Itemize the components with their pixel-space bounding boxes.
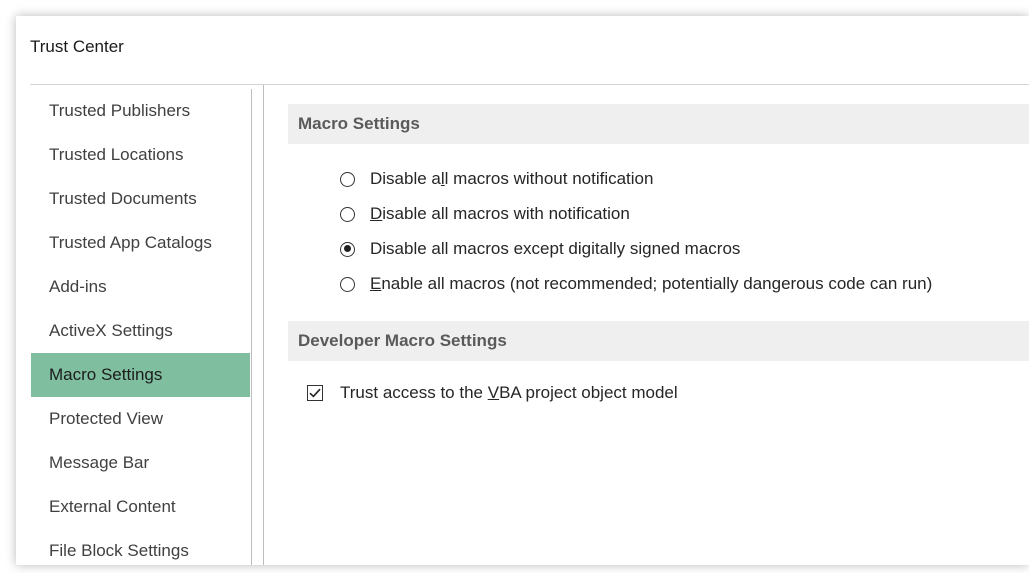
radio-label: Disable all macros with notification (370, 204, 630, 223)
radio-button-icon[interactable] (340, 276, 355, 292)
trust-vba-checkbox-row[interactable]: Trust access to the VBA project object m… (307, 380, 678, 406)
radio-button-icon[interactable] (340, 171, 355, 187)
sidebar-nav: Trusted Publishers Trusted Locations Tru… (30, 89, 252, 565)
radio-button-selected-icon[interactable] (340, 241, 355, 257)
content-pane-border (263, 85, 264, 565)
sidebar-item-external-content[interactable]: External Content (31, 485, 250, 529)
trust-center-dialog: Trust Center Trusted Publishers Trusted … (16, 16, 1029, 565)
title-divider (30, 84, 1029, 85)
checkbox-label: Trust access to the VBA project object m… (340, 383, 678, 402)
sidebar-item-message-bar[interactable]: Message Bar (31, 441, 250, 485)
checkbox-checked-icon[interactable] (307, 385, 323, 401)
radio-enable-all-macros[interactable]: Enable all macros (not recommended; pote… (340, 271, 932, 297)
sidebar-item-trusted-documents[interactable]: Trusted Documents (31, 177, 250, 221)
sidebar-item-trusted-locations[interactable]: Trusted Locations (31, 133, 250, 177)
sidebar-item-macro-settings[interactable]: Macro Settings (31, 353, 250, 397)
sidebar-item-activex-settings[interactable]: ActiveX Settings (31, 309, 250, 353)
sidebar-item-add-ins[interactable]: Add-ins (31, 265, 250, 309)
radio-disable-without-notification[interactable]: Disable all macros without notification (340, 166, 653, 192)
developer-macro-settings-header: Developer Macro Settings (288, 321, 1029, 361)
sidebar-item-trusted-app-catalogs[interactable]: Trusted App Catalogs (31, 221, 250, 265)
sidebar-item-protected-view[interactable]: Protected View (31, 397, 250, 441)
radio-label: Enable all macros (not recommended; pote… (370, 274, 933, 293)
radio-label: Disable all macros except digitally sign… (370, 239, 741, 258)
sidebar-item-file-block-settings[interactable]: File Block Settings (31, 529, 250, 573)
sidebar-item-trusted-publishers[interactable]: Trusted Publishers (31, 89, 250, 133)
radio-button-icon[interactable] (340, 206, 355, 222)
macro-settings-header: Macro Settings (288, 104, 1029, 144)
radio-label: Disable all macros without notification (370, 169, 654, 188)
radio-disable-with-notification[interactable]: Disable all macros with notification (340, 201, 630, 227)
dialog-title: Trust Center (30, 37, 124, 56)
radio-disable-except-signed[interactable]: Disable all macros except digitally sign… (340, 236, 740, 262)
